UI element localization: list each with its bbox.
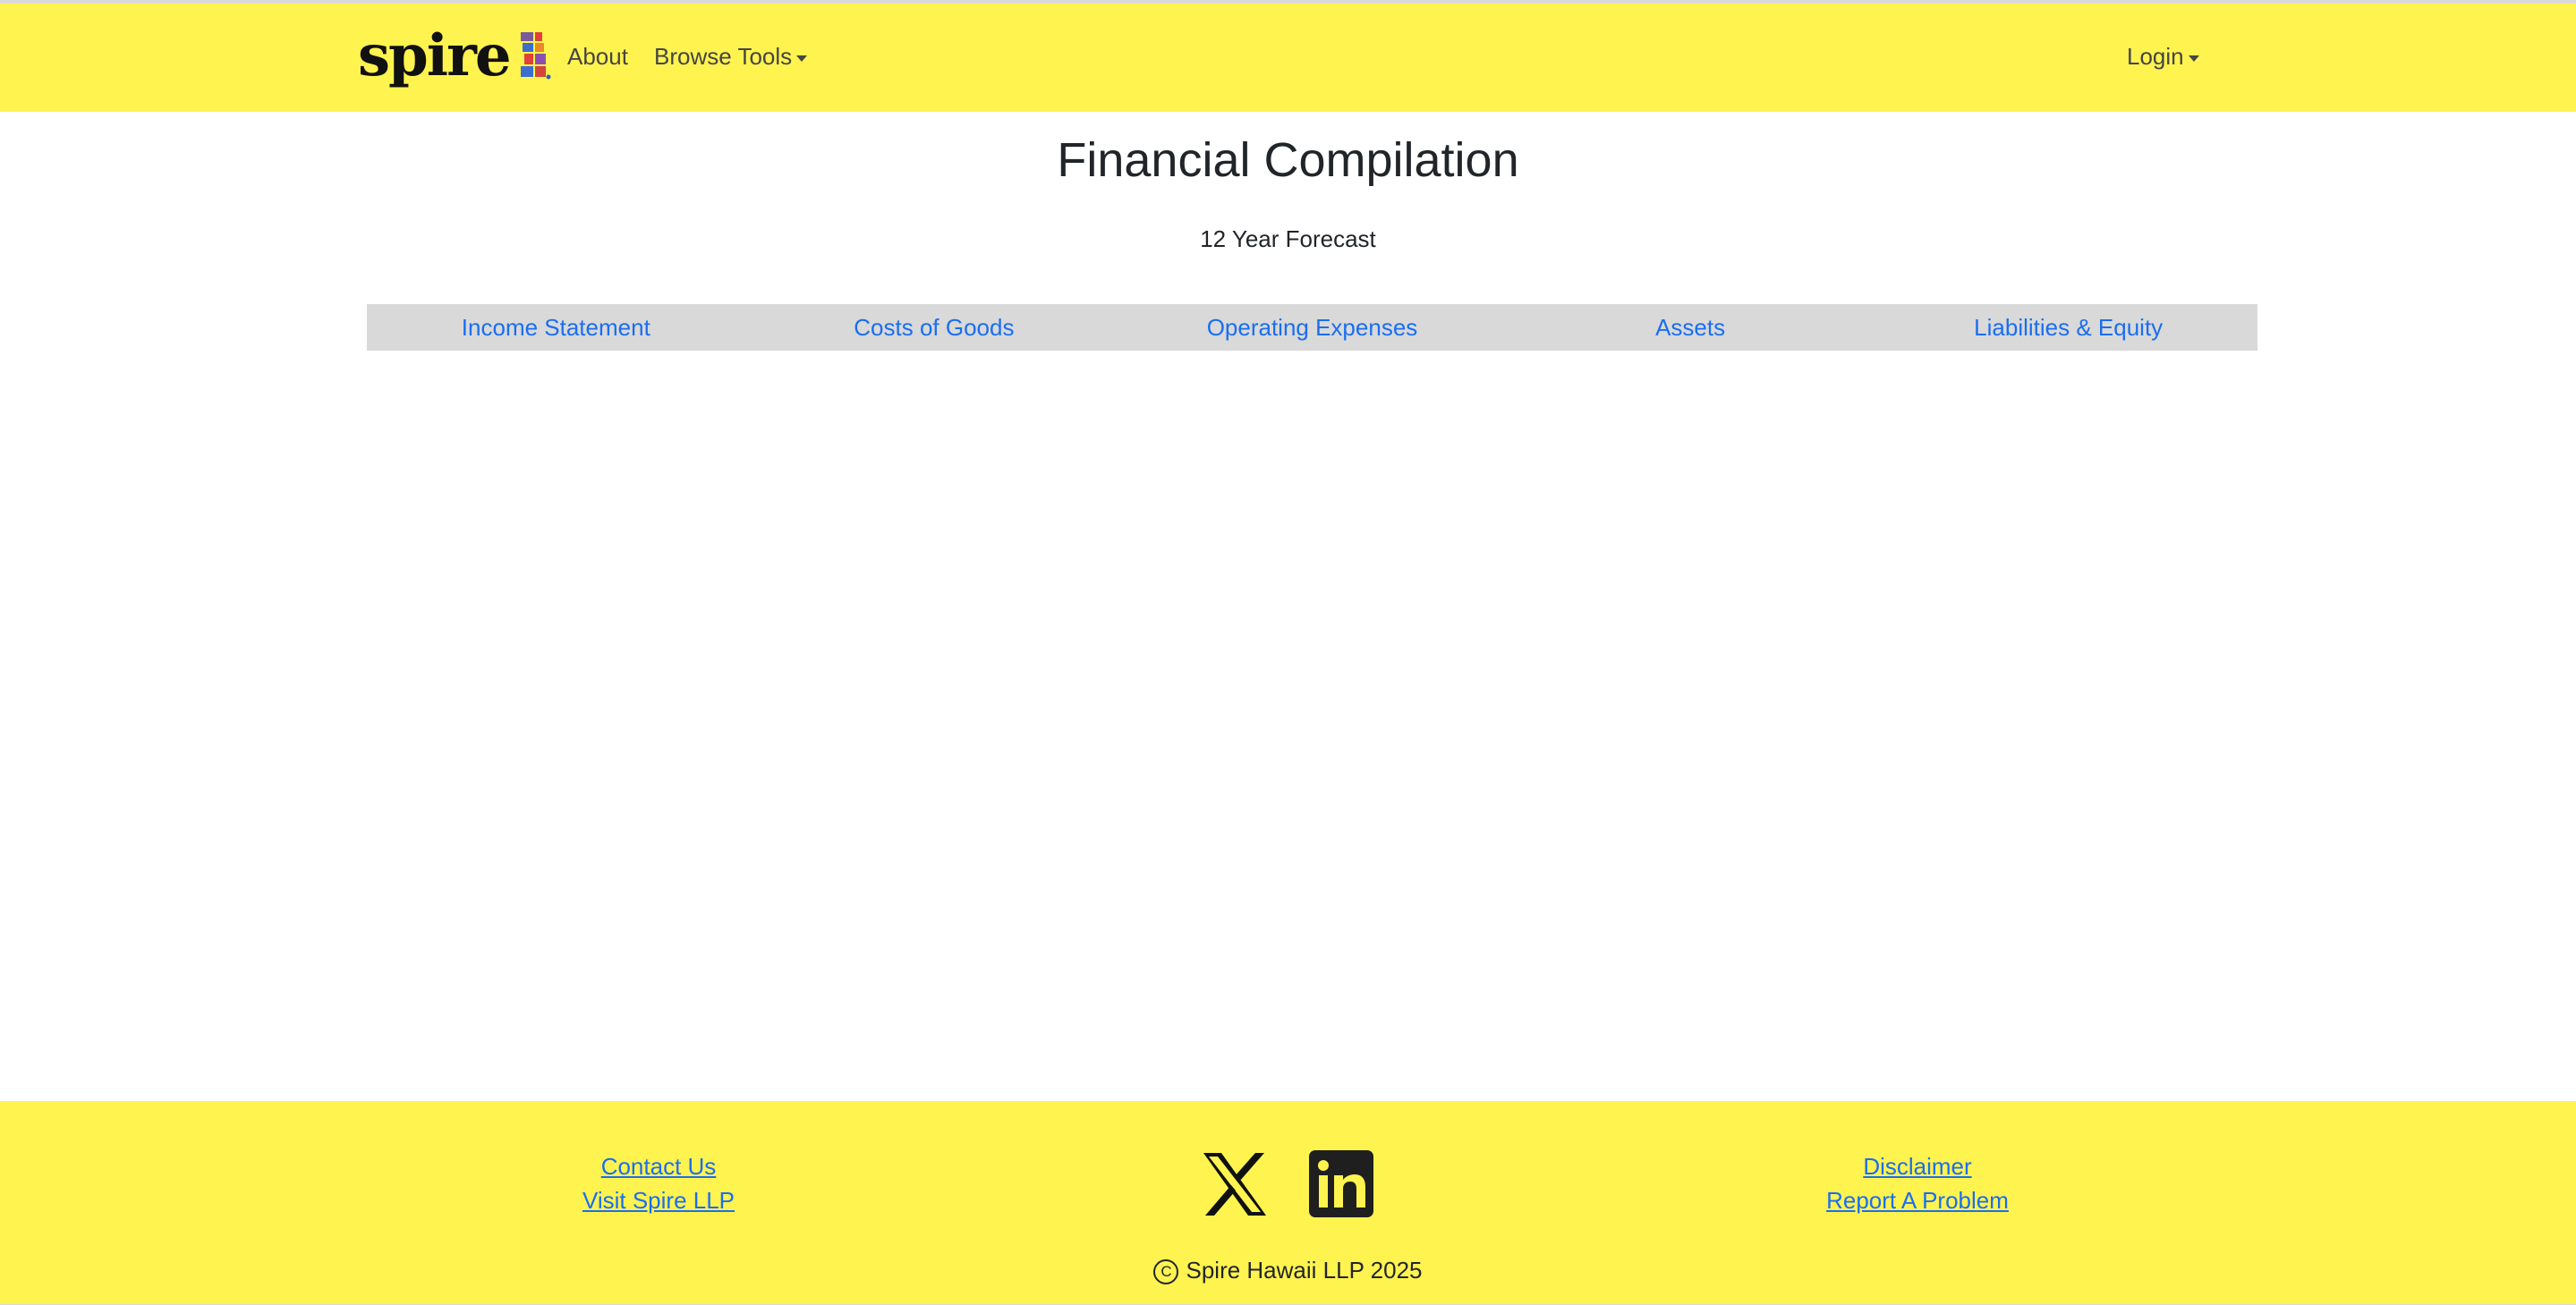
- visit-spire-link[interactable]: Visit Spire LLP: [555, 1183, 762, 1217]
- nav-about-link[interactable]: About: [567, 43, 628, 71]
- footer-left-links: Contact Us Visit Spire LLP: [555, 1149, 762, 1217]
- section-tab-bar: Income Statement Costs of Goods Operatin…: [367, 304, 2257, 351]
- navbar: spire About Browse Tools Login: [0, 4, 2576, 112]
- caret-down-icon: [796, 55, 808, 62]
- contact-us-link[interactable]: Contact Us: [555, 1149, 762, 1183]
- linkedin-icon[interactable]: [1309, 1150, 1373, 1217]
- tab-costs-of-goods[interactable]: Costs of Goods: [745, 304, 1124, 351]
- browse-tools-label: Browse Tools: [654, 43, 793, 70]
- spire-mark-icon: [520, 32, 551, 80]
- login-dropdown[interactable]: Login: [2127, 43, 2199, 71]
- footer-right-links: Disclaimer Report A Problem: [1807, 1149, 2028, 1217]
- tab-income-statement[interactable]: Income Statement: [367, 304, 745, 351]
- tab-liabilities-equity[interactable]: Liabilities & Equity: [1879, 304, 2257, 351]
- page-title: Financial Compilation: [1057, 133, 1519, 187]
- copyright-icon: C: [1153, 1259, 1179, 1285]
- footer: Contact Us Visit Spire LLP Disclaimer Re…: [0, 1101, 2576, 1305]
- login-label: Login: [2127, 43, 2184, 70]
- browse-tools-dropdown[interactable]: Browse Tools: [654, 43, 808, 71]
- copyright: C Spire Hawaii LLP 2025: [0, 1257, 2576, 1285]
- disclaimer-link[interactable]: Disclaimer: [1807, 1149, 2028, 1183]
- copyright-text: Spire Hawaii LLP 2025: [1186, 1257, 1423, 1284]
- tab-assets[interactable]: Assets: [1501, 304, 1880, 351]
- caret-down-icon: [2188, 55, 2199, 62]
- report-problem-link[interactable]: Report A Problem: [1807, 1183, 2028, 1217]
- nav-about-label: About: [567, 43, 628, 70]
- tab-operating-expenses[interactable]: Operating Expenses: [1123, 304, 1501, 351]
- x-logo-icon[interactable]: [1202, 1151, 1268, 1217]
- page-subtitle: 12 Year Forecast: [1200, 225, 1376, 252]
- spire-logo[interactable]: spire: [358, 25, 551, 88]
- logo-wordmark: spire: [358, 22, 512, 89]
